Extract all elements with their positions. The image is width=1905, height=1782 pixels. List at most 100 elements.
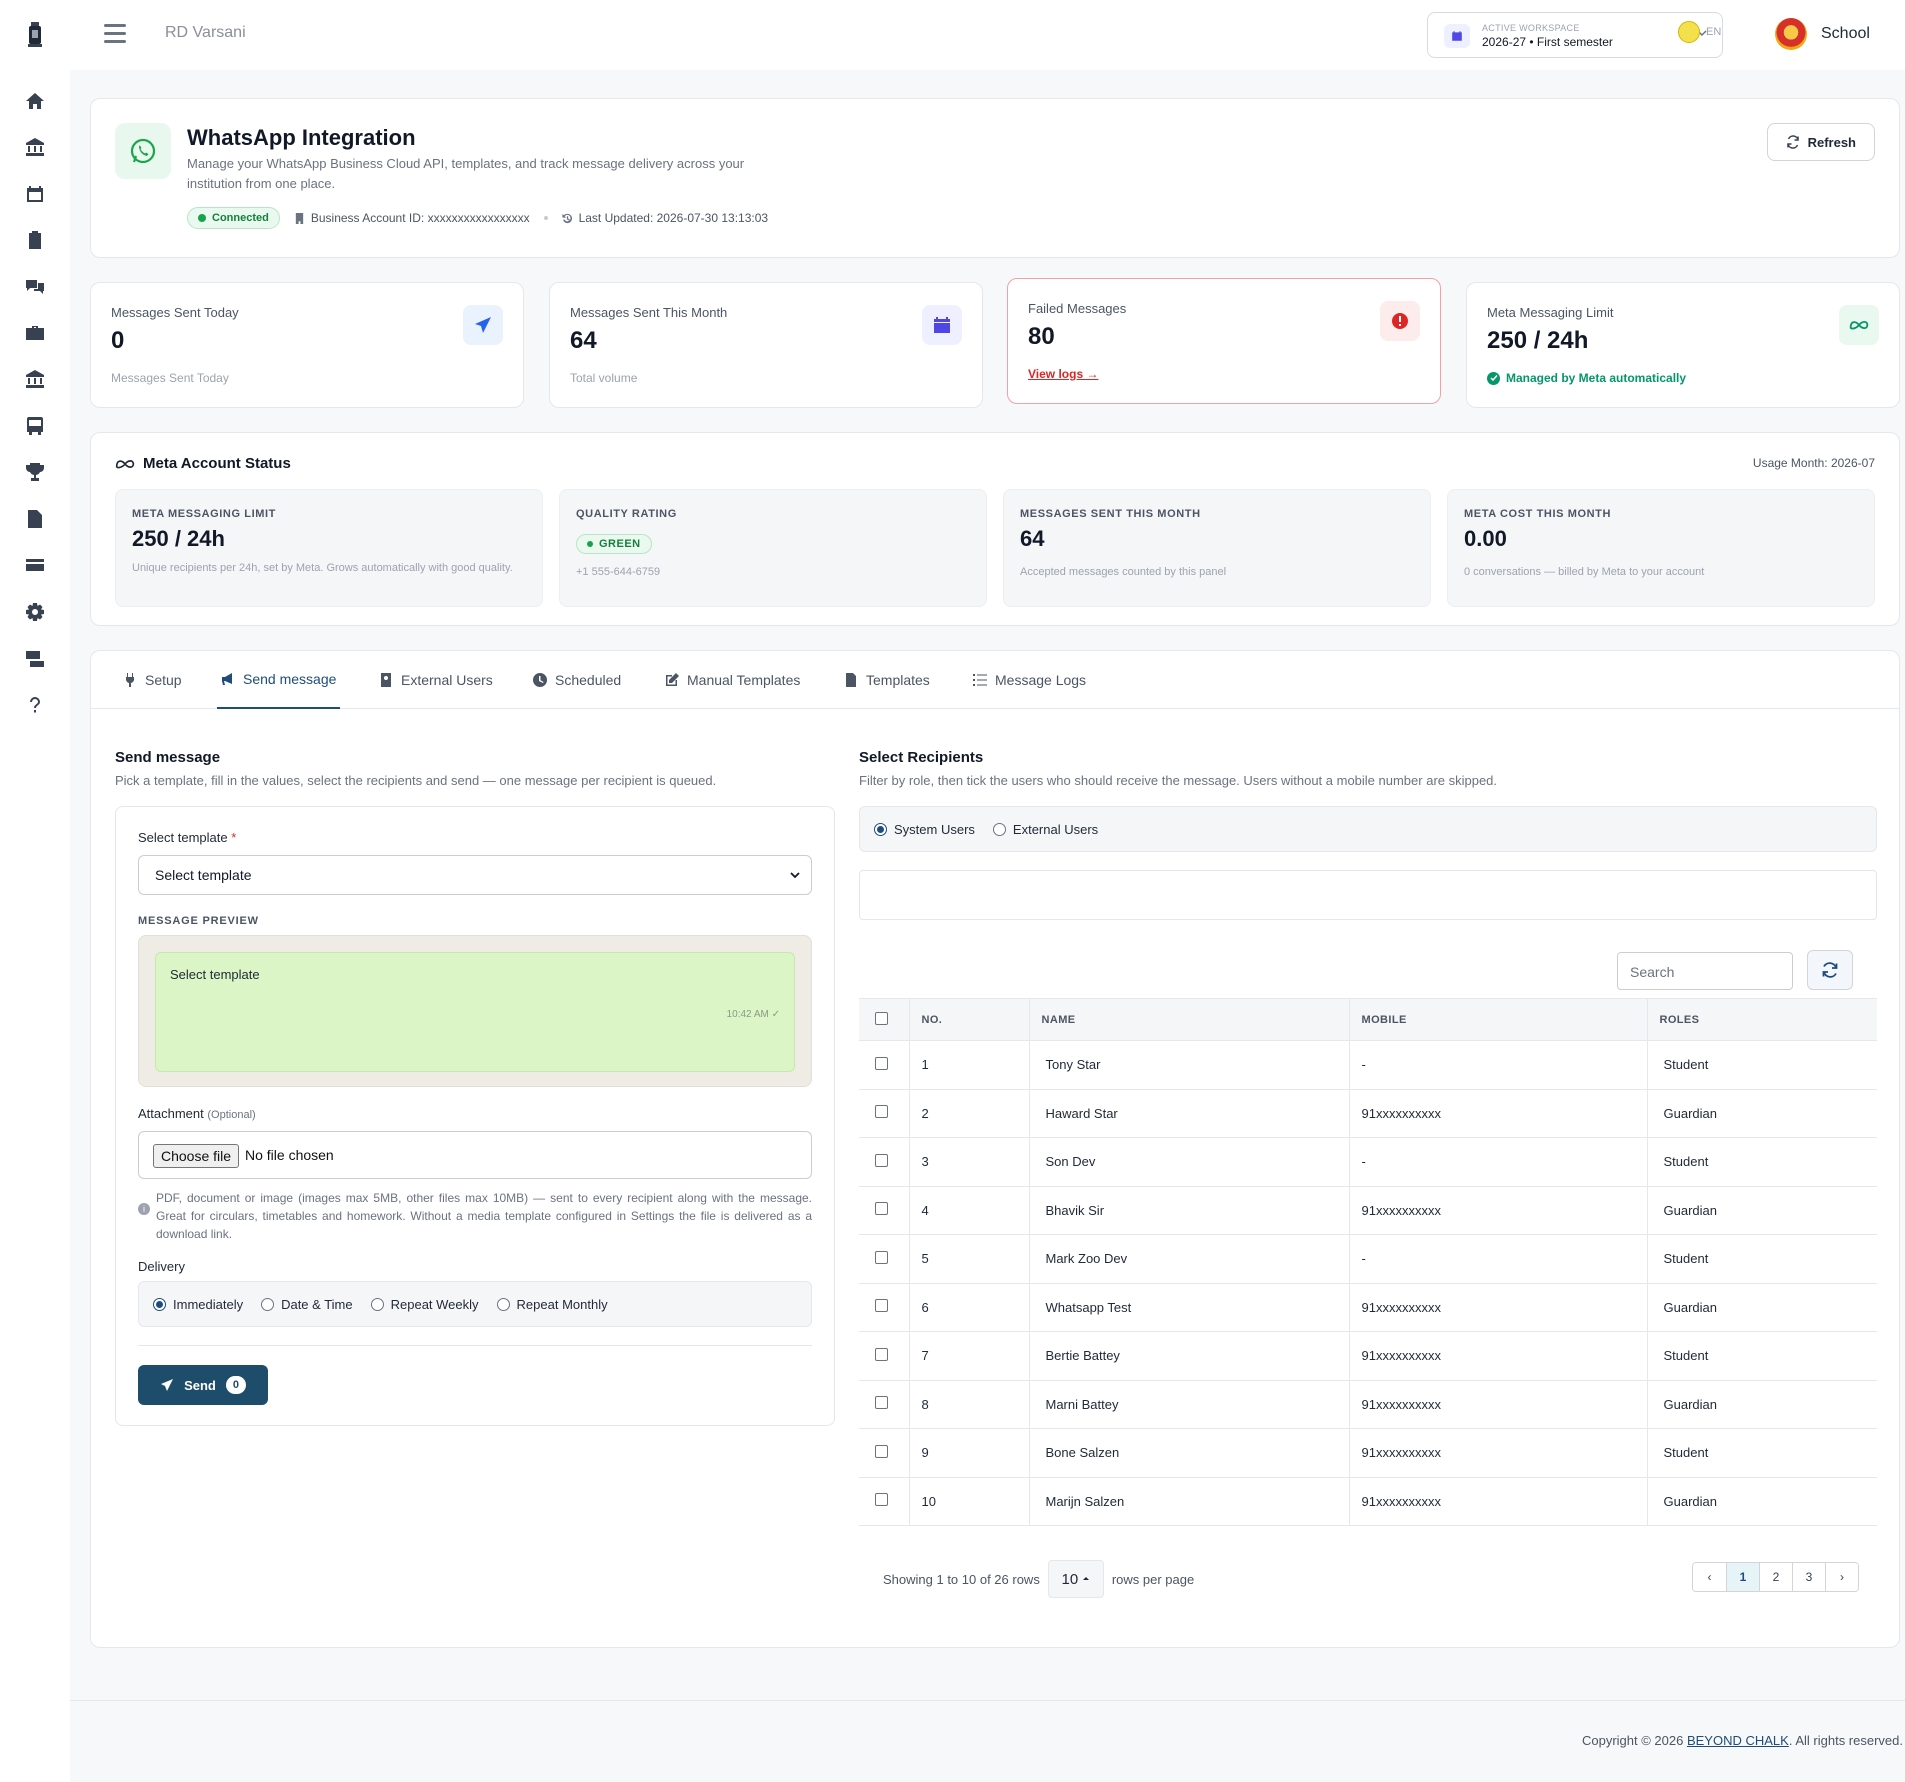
search-input[interactable]: Search [1617,952,1793,990]
sidebar-item-awards[interactable] [12,454,58,490]
integration-meta: Connected Business Account ID: xxxxxxxxx… [187,207,768,229]
delivery-immediately[interactable]: Immediately [153,1297,243,1312]
delivery-repeat-weekly[interactable]: Repeat Weekly [370,1297,479,1312]
rows-per-page-select[interactable]: 10 [1047,1560,1104,1598]
table-row[interactable]: 4 Bhavik Sir 91xxxxxxxxxx Guardian [859,1186,1877,1235]
main-panel: Setup Send message External Users Schedu… [90,650,1900,1648]
delivery-label: Delivery [138,1259,185,1274]
row-checkbox[interactable] [875,1444,888,1458]
box-value: 64 [1020,526,1045,551]
quality-badge: GREEN [576,534,652,554]
column-header[interactable]: NAME [1028,998,1349,1041]
template-select[interactable]: Select template [138,855,812,895]
usage-month: Usage Month: 2026-07 [1752,456,1875,470]
column-header[interactable]: MOBILE [1348,998,1647,1041]
stat-value: 80 [1028,323,1055,350]
table-row[interactable]: 9 Bone Salzen 91xxxxxxxxxx Student [859,1428,1877,1478]
sidebar-item-chat[interactable] [12,269,58,305]
box-key: META COST THIS MONTH [1464,508,1612,520]
language-selector[interactable]: EN [1678,21,1721,43]
row-checkbox[interactable] [875,1153,888,1167]
recipient-type-external-users[interactable]: External Users [992,822,1098,837]
card-icon [26,559,44,571]
sidebar-item-briefcase[interactable] [12,315,58,351]
sidebar-item-calendar[interactable] [12,176,58,212]
recipient-type-system-users[interactable]: System Users [874,822,975,837]
workspace-label: ACTIVE WORKSPACE [1482,23,1580,33]
row-checkbox[interactable] [875,1493,888,1507]
send-section-desc: Pick a template, fill in the values, sel… [115,773,717,788]
delivery-repeat-monthly[interactable]: Repeat Monthly [496,1297,608,1312]
page-2[interactable]: 2 [1759,1563,1792,1591]
refresh-button[interactable]: Refresh [1766,123,1875,161]
tab-scheduled[interactable]: Scheduled [529,651,625,709]
menu-toggle-icon[interactable] [104,24,126,44]
row-checkbox[interactable] [875,1347,888,1361]
tab-external-users[interactable]: External Users [375,651,497,709]
tab-manual-templates[interactable]: Manual Templates [661,651,804,709]
sidebar-item-payments[interactable] [12,547,58,583]
stat-card-failed: Failed Messages 80 View logs → [1007,278,1441,404]
table-row[interactable]: 7 Bertie Battey 91xxxxxxxxxx Student [859,1331,1877,1381]
page-1[interactable]: 1 [1726,1563,1759,1591]
reload-table-button[interactable] [1807,950,1853,990]
choose-file-button[interactable]: Choose file [153,1144,240,1168]
view-logs-link[interactable]: View logs → [1028,367,1098,381]
row-select-cell [859,1137,909,1187]
table-row[interactable]: 6 Whatsapp Test 91xxxxxxxxxx Guardian [859,1283,1877,1332]
table-row[interactable]: 8 Marni Battey 91xxxxxxxxxx Guardian [859,1380,1877,1429]
sidebar-item-clipboard[interactable] [12,222,58,258]
row-name: Mark Zoo Dev [1028,1234,1349,1284]
sidebar-item-institution[interactable] [12,129,58,165]
sidebar-item-billing[interactable] [12,640,58,676]
sidebar-item-help[interactable] [12,687,58,723]
tab-message-logs[interactable]: Message Logs [969,651,1090,709]
row-mobile: - [1348,1040,1647,1090]
sidebar-item-transport[interactable] [12,408,58,444]
row-name: Tony Star [1028,1040,1349,1090]
row-checkbox[interactable] [875,1250,888,1264]
history-icon [562,213,572,223]
row-checkbox[interactable] [875,1299,888,1313]
row-name: Marijn Salzen [1028,1477,1349,1526]
meta-cost-box: META COST THIS MONTH 0.00 0 conversation… [1447,489,1875,607]
profile-menu[interactable]: School [1775,18,1870,50]
page-3[interactable]: 3 [1792,1563,1825,1591]
row-role: Guardian [1646,1186,1877,1235]
row-checkbox[interactable] [875,1396,888,1410]
table-row[interactable]: 2 Haward Star 91xxxxxxxxxx Guardian [859,1089,1877,1138]
table-row[interactable]: 5 Mark Zoo Dev - Student [859,1234,1877,1284]
sidebar-item-documents[interactable] [12,501,58,537]
row-checkbox[interactable] [875,1202,888,1216]
tab-send-message[interactable]: Send message [217,651,341,709]
row-checkbox[interactable] [875,1056,888,1070]
table-row[interactable]: 1 Tony Star - Student [859,1040,1877,1090]
bank-icon [26,370,44,388]
sidebar-item-home[interactable] [12,83,58,119]
sidebar-item-settings[interactable] [12,594,58,630]
beyond-chalk-link[interactable]: BEYOND CHALK [1687,1733,1789,1748]
box-desc: Unique recipients per 24h, set by Meta. … [132,562,513,574]
tab-setup[interactable]: Setup [119,651,186,709]
delivery-date-time[interactable]: Date & Time [261,1297,353,1312]
select-all-checkbox[interactable] [875,1011,888,1025]
table-row[interactable]: 3 Son Dev - Student [859,1137,1877,1187]
send-button[interactable]: Send 0 [138,1365,268,1405]
table-row[interactable]: 10 Marijn Salzen 91xxxxxxxxxx Guardian [859,1477,1877,1526]
attachment-input[interactable]: Choose file No file chosen [138,1131,812,1179]
box-key: META MESSAGING LIMIT [132,508,276,520]
role-filter-area[interactable] [859,870,1877,920]
page-next[interactable]: › [1825,1563,1858,1591]
page-prev[interactable]: ‹ [1693,1563,1726,1591]
sidebar-item-bank[interactable] [12,361,58,397]
select-all-cell [859,998,909,1041]
preview-time: 10:42 AM ✓ [726,1009,780,1020]
row-name: Son Dev [1028,1137,1349,1187]
refresh-icon [1786,135,1799,149]
row-select-cell [859,1186,909,1235]
column-header[interactable]: NO. [908,998,1029,1041]
column-header[interactable]: ROLES [1646,998,1877,1041]
preview-text: Select template [170,967,260,982]
tab-templates[interactable]: Templates [840,651,934,709]
row-checkbox[interactable] [875,1105,888,1119]
